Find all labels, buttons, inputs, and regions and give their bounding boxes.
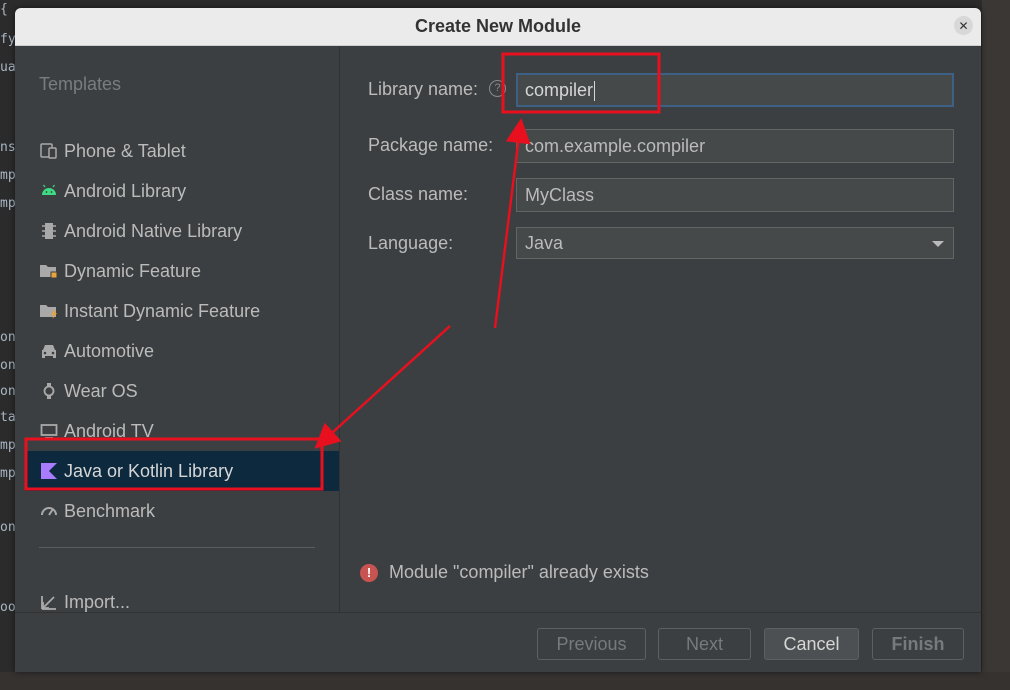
template-label: Benchmark xyxy=(64,500,156,521)
background-code-line: oo xyxy=(0,600,16,615)
android-icon xyxy=(39,181,59,201)
package-name-input[interactable]: com.example.compiler xyxy=(516,129,954,163)
dialog-title: Create New Module xyxy=(414,16,582,36)
help-icon[interactable]: ? xyxy=(489,80,506,97)
cancel-button[interactable]: Cancel xyxy=(764,628,859,660)
background-window-edge xyxy=(982,0,1010,690)
background-code-line: ta xyxy=(0,410,16,425)
templates-heading: Templates xyxy=(39,74,122,94)
template-phone-tablet[interactable]: Phone & Tablet xyxy=(25,131,339,171)
create-new-module-dialog: Create New Module ✕ Templates Phone & Ta… xyxy=(15,8,981,672)
template-label: Instant Dynamic Feature xyxy=(64,300,261,321)
template-label: Phone & Tablet xyxy=(64,140,186,161)
background-code-line: ns xyxy=(0,140,16,155)
background-window-bottom xyxy=(0,672,1010,690)
class-name-row: Class name: MyClass xyxy=(368,178,958,212)
template-label: Automotive xyxy=(64,340,155,361)
kotlin-icon xyxy=(39,461,59,481)
class-name-label: Class name: xyxy=(368,184,469,204)
previous-button[interactable]: Previous xyxy=(537,628,646,660)
library-name-label: Library name: xyxy=(368,79,479,99)
templates-sidebar: Templates Phone & Tablet Android Library… xyxy=(15,46,340,612)
error-message: Module "compiler" already exists xyxy=(389,562,649,582)
background-code-line: { xyxy=(0,2,8,17)
import-arrow-icon xyxy=(39,592,59,612)
background-code-line: mp xyxy=(0,466,16,481)
language-value: Java xyxy=(525,233,564,253)
import-label: Import... xyxy=(64,591,131,612)
text-caret xyxy=(594,81,596,102)
template-android-tv[interactable]: Android TV xyxy=(25,411,339,451)
template-benchmark[interactable]: Benchmark xyxy=(25,491,339,531)
dialog-titlebar[interactable]: Create New Module ✕ xyxy=(15,8,981,46)
module-config-panel: Library name: ? compiler Package name: c… xyxy=(340,46,981,612)
template-label: Android Library xyxy=(64,180,187,201)
class-name-input[interactable]: MyClass xyxy=(516,178,954,212)
template-automotive[interactable]: Automotive xyxy=(25,331,339,371)
template-label: Android TV xyxy=(64,420,154,441)
template-label: Java or Kotlin Library xyxy=(64,460,234,481)
language-row: Language: Java xyxy=(368,227,958,261)
close-button[interactable]: ✕ xyxy=(954,16,973,35)
background-code-line: on xyxy=(0,520,16,535)
template-android-library[interactable]: Android Library xyxy=(25,171,339,211)
tv-icon xyxy=(39,421,59,441)
package-name-row: Package name: com.example.compiler xyxy=(368,129,958,163)
phone-tablet-icon xyxy=(39,141,59,161)
background-code-line: mp xyxy=(0,438,16,453)
error-icon: ! xyxy=(360,563,378,582)
sidebar-divider xyxy=(39,547,315,548)
watch-icon xyxy=(39,381,59,401)
background-code-editor: { fy ua ns mp mp on on on ta mp mp on oo xyxy=(0,0,16,690)
template-label: Android Native Library xyxy=(64,220,243,241)
background-code-line: mp xyxy=(0,196,16,211)
template-instant-dynamic-feature[interactable]: Instant Dynamic Feature xyxy=(25,291,339,331)
package-name-label: Package name: xyxy=(368,135,494,155)
template-label: Wear OS xyxy=(64,380,138,401)
close-icon: ✕ xyxy=(958,18,969,33)
library-name-input[interactable]: compiler xyxy=(516,73,954,107)
validation-error: ! Module "compiler" already exists xyxy=(360,562,649,583)
finish-button[interactable]: Finish xyxy=(872,628,964,660)
instant-feature-folder-icon xyxy=(39,301,59,321)
gauge-icon xyxy=(39,501,59,521)
language-label: Language: xyxy=(368,233,454,253)
template-android-native-library[interactable]: Android Native Library xyxy=(25,211,339,251)
template-wear-os[interactable]: Wear OS xyxy=(25,371,339,411)
template-java-kotlin-library[interactable]: Java or Kotlin Library xyxy=(25,451,339,491)
dialog-footer: Previous Next Cancel Finish xyxy=(15,612,981,672)
car-icon xyxy=(39,341,59,361)
library-name-value: compiler xyxy=(525,80,594,100)
dynamic-feature-folder-icon xyxy=(39,261,59,281)
background-code-line: on xyxy=(0,330,16,345)
background-code-line: fy xyxy=(0,32,16,47)
background-code-line: ua xyxy=(0,60,16,75)
chevron-down-icon xyxy=(932,241,944,247)
background-code-line: on xyxy=(0,384,16,399)
native-library-icon xyxy=(39,221,59,241)
language-select[interactable]: Java xyxy=(516,227,954,259)
next-button[interactable]: Next xyxy=(658,628,751,660)
library-name-row: Library name: ? compiler xyxy=(368,73,958,107)
template-label: Dynamic Feature xyxy=(64,260,202,281)
background-code-line: on xyxy=(0,358,16,373)
template-dynamic-feature[interactable]: Dynamic Feature xyxy=(25,251,339,291)
background-code-line: mp xyxy=(0,168,16,183)
